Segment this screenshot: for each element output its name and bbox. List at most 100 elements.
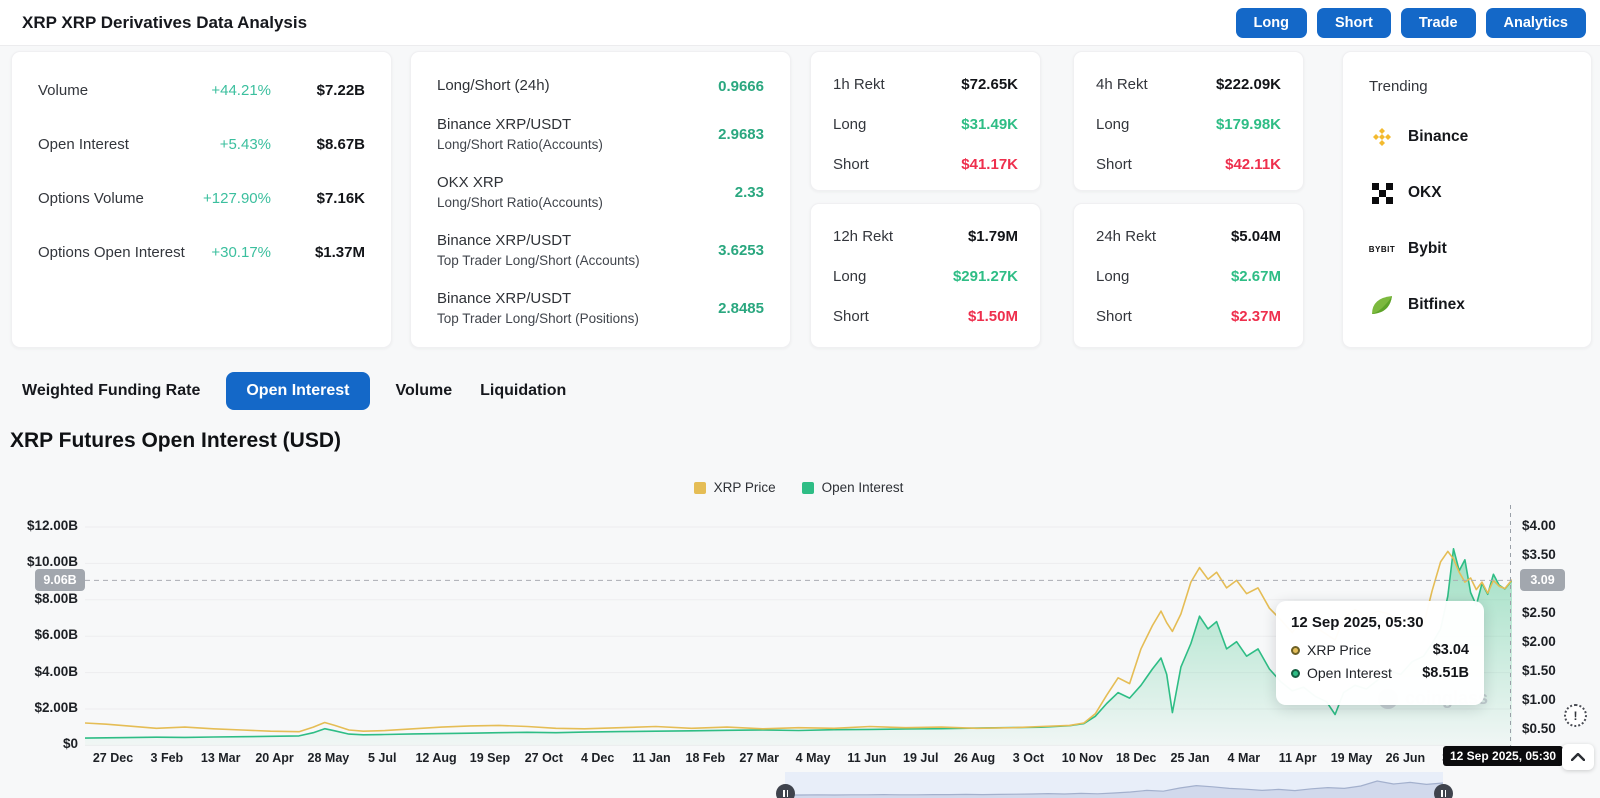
stat-label: Volume — [38, 82, 211, 99]
ratio-row: Binance XRP/USDT Top Trader Long/Short (… — [437, 231, 764, 270]
trending-item-okx[interactable]: OKX — [1369, 180, 1565, 206]
chevron-up-icon — [1571, 753, 1585, 761]
trending-item-bitfinex[interactable]: Bitfinex — [1369, 292, 1565, 318]
y-axis-right-tick: $3.50 — [1522, 547, 1556, 562]
stat-row-volume: Volume +44.21% $7.22B — [38, 82, 365, 99]
stat-row-open-interest: Open Interest +5.43% $8.67B — [38, 136, 365, 153]
rekt-short-value: $2.37M — [1231, 308, 1281, 325]
legend-item-open-interest[interactable]: Open Interest — [802, 480, 904, 495]
trade-button[interactable]: Trade — [1401, 8, 1476, 38]
current-price-badge: 3.09 — [1520, 569, 1565, 591]
ratio-sublabel: Top Trader Long/Short (Accounts) — [437, 251, 640, 270]
open-interest-dot-icon — [1291, 669, 1300, 678]
y-axis-left-tick: $6.00B — [0, 627, 78, 642]
rekt-title: 12h Rekt — [833, 228, 893, 245]
trending-item-label: Bitfinex — [1408, 296, 1465, 314]
x-axis-tick: 19 May — [1331, 751, 1373, 765]
rekt-short-value: $41.17K — [961, 156, 1018, 173]
ratio-sublabel: Top Trader Long/Short (Positions) — [437, 309, 639, 328]
bitfinex-icon — [1369, 292, 1395, 318]
rekt-total: $72.65K — [961, 76, 1018, 93]
rekt-title: 4h Rekt — [1096, 76, 1148, 93]
tooltip-value: $8.51B — [1422, 665, 1469, 681]
tab-weighted-funding-rate[interactable]: Weighted Funding Rate — [20, 372, 202, 410]
chart-range-navigator[interactable] — [785, 772, 1443, 798]
rekt-short-value: $1.50M — [968, 308, 1018, 325]
ratio-label: Binance XRP/USDT — [437, 231, 640, 251]
chart-tabs: Weighted Funding Rate Open Interest Volu… — [20, 370, 568, 412]
page-title: XRP XRP Derivatives Data Analysis — [22, 13, 307, 33]
x-axis-tick: 18 Feb — [686, 751, 726, 765]
rekt-card-1h: 1h Rekt$72.65K Long$31.49K Short$41.17K — [810, 51, 1041, 191]
y-axis-right-tick: $2.50 — [1522, 605, 1556, 620]
chart-section-title: XRP Futures Open Interest (USD) — [10, 429, 341, 453]
rekt-long-label: Long — [1096, 116, 1129, 133]
x-axis-tick: 4 May — [796, 751, 831, 765]
xrp-price-swatch — [694, 482, 706, 494]
x-axis-tick: 27 Mar — [739, 751, 779, 765]
x-axis-labels: 27 Dec3 Feb13 Mar20 Apr28 May5 Jul12 Aug… — [0, 751, 1600, 767]
navigator-left-handle[interactable] — [776, 784, 795, 798]
tab-volume[interactable]: Volume — [394, 372, 455, 410]
rekt-short-label: Short — [1096, 308, 1132, 325]
x-axis-tick: 26 Jun — [1386, 751, 1426, 765]
chart-tooltip: 12 Sep 2025, 05:30 XRP Price $3.04 Open … — [1276, 601, 1484, 705]
x-axis-tick: 11 Jun — [847, 751, 886, 765]
x-axis-tick: 11 Jan — [632, 751, 670, 765]
current-open-interest-badge: 9.06B — [35, 569, 85, 591]
y-axis-right-tick: $4.00 — [1522, 518, 1556, 533]
rekt-title: 1h Rekt — [833, 76, 885, 93]
long-button[interactable]: Long — [1236, 8, 1307, 38]
tooltip-label: XRP Price — [1307, 642, 1433, 658]
trending-item-label: Bybit — [1408, 240, 1447, 258]
stat-value: $7.16K — [301, 190, 365, 207]
rekt-total: $222.09K — [1216, 76, 1281, 93]
trending-title: Trending — [1369, 78, 1565, 95]
long-short-ratio-card: Long/Short (24h) 0.9666 Binance XRP/USDT… — [410, 51, 791, 348]
analytics-button[interactable]: Analytics — [1486, 8, 1586, 38]
y-axis-left-tick: $0 — [0, 736, 78, 751]
xrp-price-dot-icon — [1291, 646, 1300, 655]
alert-badge-icon[interactable]: ! — [1564, 704, 1587, 727]
open-interest-swatch — [802, 482, 814, 494]
rekt-card-12h: 12h Rekt$1.79M Long$291.27K Short$1.50M — [810, 203, 1041, 348]
navigator-right-handle[interactable] — [1434, 784, 1453, 798]
y-axis-right-tick: $2.00 — [1522, 634, 1556, 649]
x-axis-tick: 20 Apr — [255, 751, 293, 765]
tab-open-interest[interactable]: Open Interest — [226, 372, 369, 410]
y-axis-left-tick: $4.00B — [0, 664, 78, 679]
trending-card: Trending Binance OKX BYBIT Bybit — [1342, 51, 1592, 348]
tooltip-value: $3.04 — [1433, 642, 1469, 658]
x-axis-tick: 12 Aug — [415, 751, 456, 765]
stat-change: +44.21% — [211, 82, 271, 99]
trending-item-bybit[interactable]: BYBIT Bybit — [1369, 236, 1565, 262]
collapse-button[interactable] — [1562, 744, 1594, 770]
rekt-long-label: Long — [1096, 268, 1129, 285]
x-axis-tick: 19 Sep — [470, 751, 510, 765]
tab-liquidation[interactable]: Liquidation — [478, 372, 568, 410]
stat-row-options-volume: Options Volume +127.90% $7.16K — [38, 190, 365, 207]
ratio-sublabel: Long/Short Ratio(Accounts) — [437, 193, 603, 212]
stat-label: Options Volume — [38, 190, 203, 207]
bybit-icon: BYBIT — [1369, 236, 1395, 262]
page-header: XRP XRP Derivatives Data Analysis Long S… — [0, 0, 1600, 46]
stat-change: +127.90% — [203, 190, 271, 207]
short-button[interactable]: Short — [1317, 8, 1391, 38]
stat-value: $1.37M — [301, 244, 365, 261]
trending-item-label: Binance — [1408, 128, 1468, 146]
rekt-long-value: $31.49K — [961, 116, 1018, 133]
y-axis-left-tick: $8.00B — [0, 591, 78, 606]
y-axis-right-tick: $0.50 — [1522, 721, 1556, 736]
rekt-total: $1.79M — [968, 228, 1018, 245]
tooltip-label: Open Interest — [1307, 665, 1422, 681]
legend-item-xrp-price[interactable]: XRP Price — [694, 480, 776, 495]
x-axis-tick: 27 Oct — [525, 751, 563, 765]
x-axis-tick: 4 Mar — [1228, 751, 1261, 765]
y-axis-right-tick: $1.50 — [1522, 663, 1556, 678]
ratio-label: Long/Short (24h) — [437, 76, 550, 96]
x-axis-tick: 26 Aug — [954, 751, 995, 765]
legend-label: Open Interest — [822, 480, 904, 495]
ratio-value: 0.9666 — [718, 78, 764, 95]
ratio-label: OKX XRP — [437, 173, 603, 193]
trending-item-binance[interactable]: Binance — [1369, 124, 1565, 150]
